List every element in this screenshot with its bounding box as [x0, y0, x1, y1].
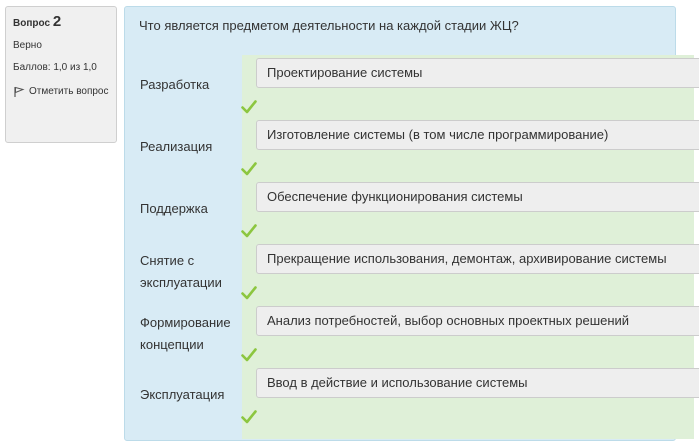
question-label: Вопрос	[13, 18, 51, 29]
match-stem: Реализация	[140, 139, 213, 154]
question-number-heading: Вопрос 2	[13, 13, 109, 31]
match-row: Снятие с эксплуатации Прекращение исполь…	[0, 236, 699, 300]
question-text: Что является предметом деятельности на к…	[139, 18, 519, 33]
match-row: Реализация Изготовление системы (в том ч…	[0, 112, 699, 176]
match-row: Формирование концепции Анализ потребност…	[0, 298, 699, 362]
match-row: Эксплуатация Ввод в действие и использов…	[0, 360, 699, 424]
match-stem: Формирование концепции	[140, 315, 231, 352]
match-row: Поддержка Обеспечение функционирования с…	[0, 174, 699, 238]
match-answer-select[interactable]: Ввод в действие и использование системы	[256, 368, 699, 398]
match-stem: Эксплуатация	[140, 387, 225, 402]
match-stem: Разработка	[140, 77, 210, 92]
match-stem: Снятие с эксплуатации	[140, 253, 222, 290]
match-answer-select[interactable]: Прекращение использования, демонтаж, арх…	[256, 244, 699, 274]
question-number: 2	[52, 13, 62, 30]
correct-check-icon	[241, 410, 257, 424]
match-answer-select[interactable]: Изготовление системы (в том числе програ…	[256, 120, 699, 150]
match-answer-select[interactable]: Проектирование системы	[256, 58, 699, 88]
match-stem: Поддержка	[140, 201, 208, 216]
match-answer-select[interactable]: Анализ потребностей, выбор основных прое…	[256, 306, 699, 336]
match-row: Разработка Проектирование системы	[0, 50, 699, 114]
match-answer-select[interactable]: Обеспечение функционирования системы	[256, 182, 699, 212]
